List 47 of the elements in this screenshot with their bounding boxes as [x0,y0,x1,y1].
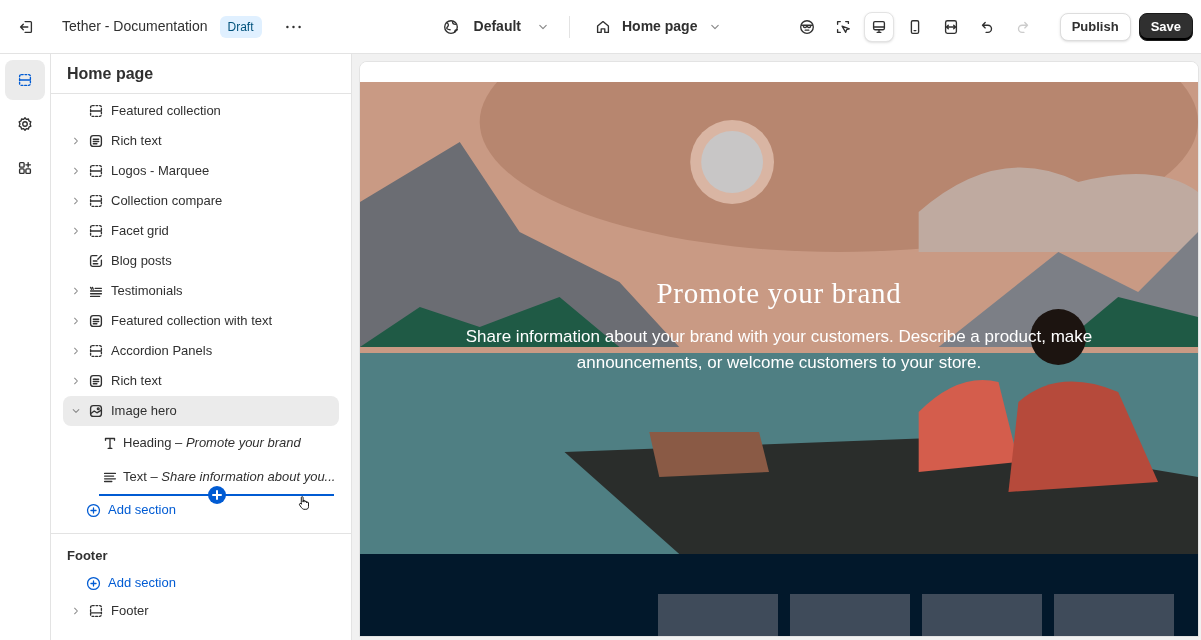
section-item[interactable]: Blog posts [63,246,339,276]
image-icon [87,402,105,420]
block-item[interactable]: Heading – Promote your brand [63,426,339,460]
more-icon [286,24,302,29]
globe-icon [441,17,460,36]
add-icon [85,574,102,592]
store-title: Tether - Documentation [62,17,208,36]
save-button[interactable]: Save [1138,12,1193,41]
section-icon [87,342,105,360]
block-item[interactable]: Text – Share information about you... [63,460,339,494]
hero-heading: Promote your brand [656,276,902,311]
add-section-button[interactable]: Add section [85,570,339,596]
add-icon [85,501,102,519]
section-group-title: Footer [67,547,109,565]
face-icon [797,17,816,36]
theme-selector[interactable]: Default [437,11,555,42]
publish-button[interactable]: Publish [1059,12,1131,41]
page-selector[interactable]: Home page [586,11,732,42]
section-item[interactable]: Image hero [63,396,339,426]
edit-document-icon [87,252,105,270]
text-block-icon [87,372,105,390]
section-item[interactable]: Collection compare [63,186,339,216]
section-icon [87,162,105,180]
section-item[interactable]: Testimonials [63,276,339,306]
text-block-icon [87,132,105,150]
apps-icon [16,159,34,177]
section-item[interactable]: Featured collection [63,96,339,126]
sections-tab[interactable] [5,60,45,100]
section-item[interactable]: Footer [63,596,339,626]
status-badge: Draft [219,15,262,38]
section-icon [87,222,105,240]
text-block-icon [87,312,105,330]
section-item[interactable]: Rich text [63,126,339,156]
section-item[interactable]: Rich text [63,366,339,396]
section-item[interactable]: Featured collection with text [63,306,339,336]
settings-icon [16,115,34,133]
add-section-button[interactable]: Add section [85,497,339,523]
section-icon [87,192,105,210]
add-block-icon[interactable] [207,485,227,505]
footer-section-icon [87,602,105,620]
section-item[interactable]: Accordion Panels [63,336,339,366]
desktop-button[interactable] [863,11,894,42]
sections-icon [16,71,34,89]
section-item[interactable]: Facet grid [63,216,339,246]
section-icon [87,102,105,120]
section-item[interactable]: Logos - Marquee [63,156,339,186]
panel-title: Home page [67,63,154,84]
